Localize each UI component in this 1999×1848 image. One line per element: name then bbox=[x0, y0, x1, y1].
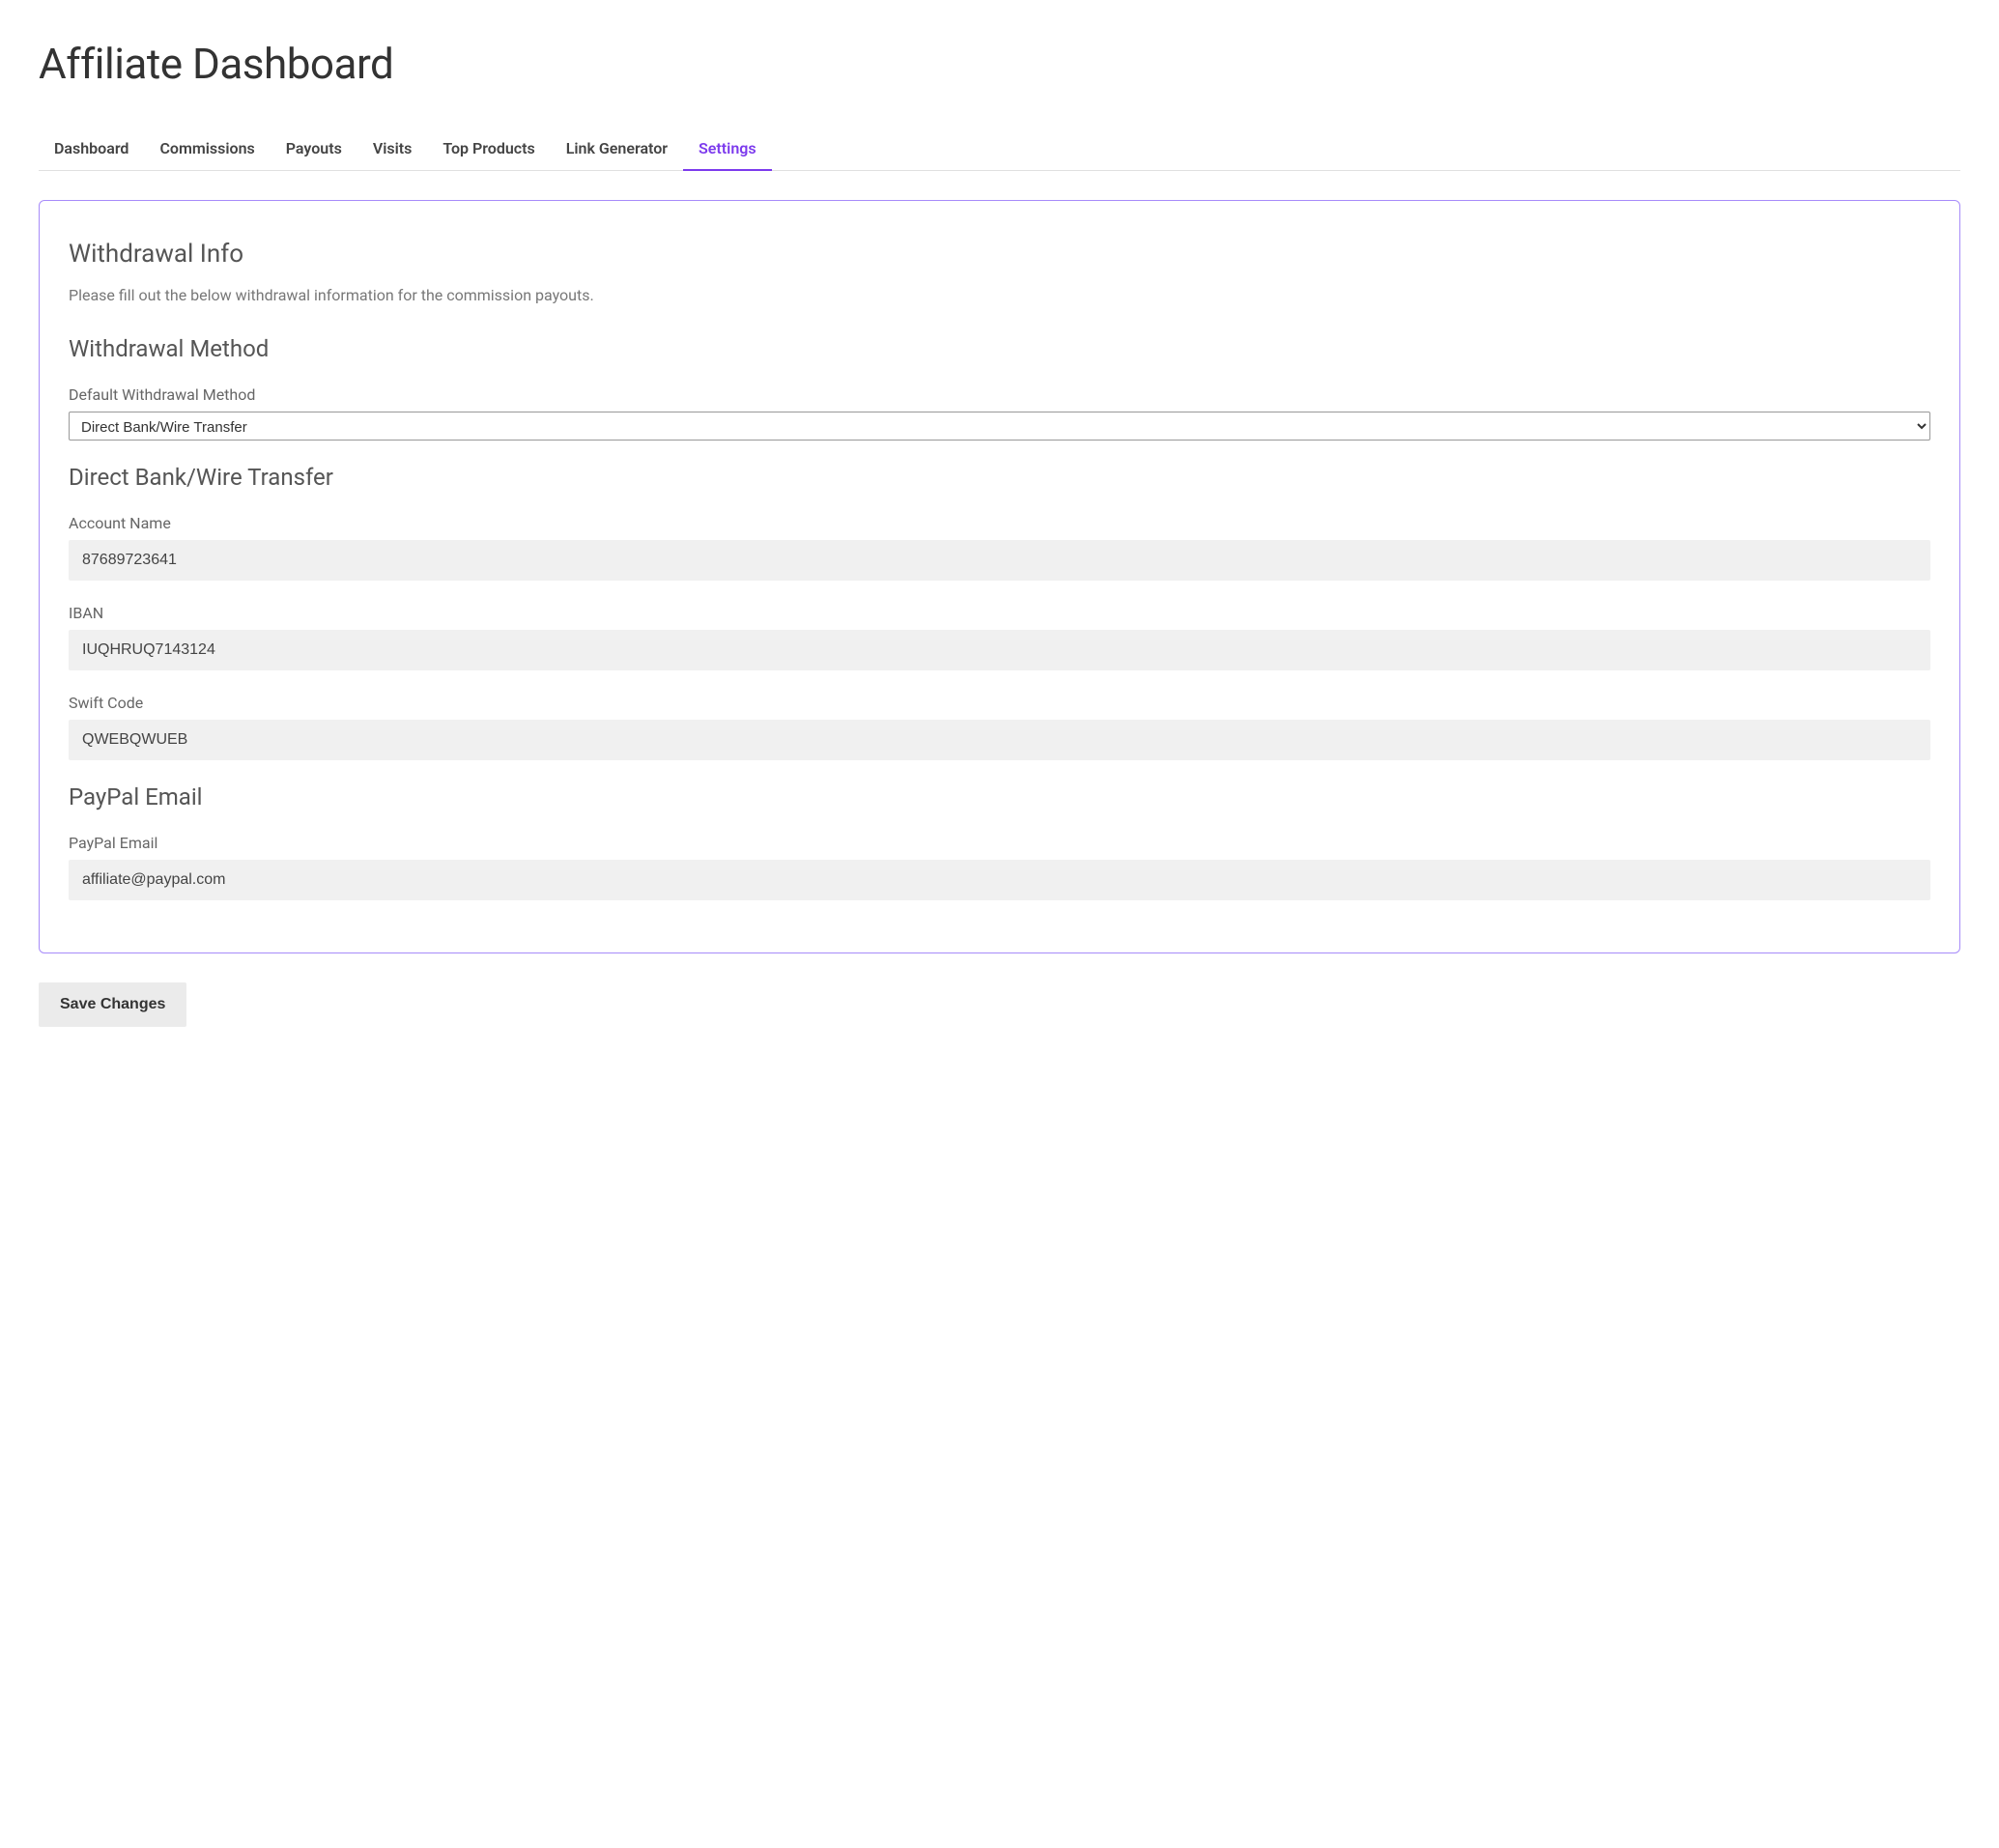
tab-top-products[interactable]: Top Products bbox=[427, 128, 550, 171]
tab-visits[interactable]: Visits bbox=[357, 128, 428, 171]
swift-label: Swift Code bbox=[69, 694, 1930, 712]
tab-payouts[interactable]: Payouts bbox=[271, 128, 357, 171]
account-name-input[interactable] bbox=[69, 540, 1930, 581]
account-name-field: Account Name bbox=[69, 514, 1930, 581]
iban-label: IBAN bbox=[69, 604, 1930, 622]
swift-field: Swift Code bbox=[69, 694, 1930, 760]
account-name-label: Account Name bbox=[69, 514, 1930, 532]
save-changes-button[interactable]: Save Changes bbox=[39, 982, 186, 1027]
paypal-heading: PayPal Email bbox=[69, 783, 1930, 810]
withdrawal-method-heading: Withdrawal Method bbox=[69, 335, 1930, 362]
paypal-email-label: PayPal Email bbox=[69, 834, 1930, 852]
tab-dashboard[interactable]: Dashboard bbox=[39, 128, 144, 171]
settings-panel: Withdrawal Info Please fill out the belo… bbox=[39, 200, 1960, 953]
withdrawal-method-select[interactable]: Direct Bank/Wire Transfer bbox=[69, 412, 1930, 441]
withdrawal-info-description: Please fill out the below withdrawal inf… bbox=[69, 286, 1930, 304]
withdrawal-method-label: Default Withdrawal Method bbox=[69, 385, 1930, 404]
swift-input[interactable] bbox=[69, 720, 1930, 760]
tab-commissions[interactable]: Commissions bbox=[144, 128, 270, 171]
withdrawal-info-heading: Withdrawal Info bbox=[69, 240, 1930, 269]
bank-transfer-heading: Direct Bank/Wire Transfer bbox=[69, 464, 1930, 491]
withdrawal-method-field: Default Withdrawal Method Direct Bank/Wi… bbox=[69, 385, 1930, 441]
iban-field: IBAN bbox=[69, 604, 1930, 670]
paypal-email-input[interactable] bbox=[69, 860, 1930, 900]
tab-link-generator[interactable]: Link Generator bbox=[551, 128, 683, 171]
tab-settings[interactable]: Settings bbox=[683, 128, 772, 171]
iban-input[interactable] bbox=[69, 630, 1930, 670]
tabs-nav: Dashboard Commissions Payouts Visits Top… bbox=[39, 128, 1960, 171]
paypal-email-field: PayPal Email bbox=[69, 834, 1930, 900]
page-title: Affiliate Dashboard bbox=[39, 39, 1960, 89]
